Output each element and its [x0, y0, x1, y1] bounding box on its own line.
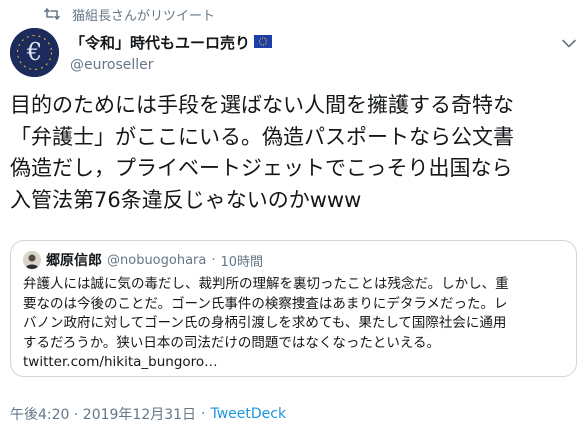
author-name-row[interactable]: 「令和」時代もユーロ売り — [70, 32, 273, 53]
quote-text: 弁護人には誠に気の毒だし、裁判所の理解を裏切ったことは残念だ。しかし、重 要なの… — [23, 276, 509, 370]
footer-separator: · — [201, 406, 206, 422]
retweet-icon — [44, 6, 60, 22]
tweet-source-link[interactable]: TweetDeck — [211, 406, 287, 422]
quote-separator: · — [211, 252, 216, 268]
chevron-down-icon[interactable] — [560, 34, 578, 52]
quote-avatar — [23, 251, 41, 269]
tweet-footer: 午後4:20 · 2019年12月31日 · TweetDeck — [10, 404, 286, 424]
euro-avatar-icon[interactable]: € — [10, 28, 59, 77]
eu-flag-icon — [254, 34, 273, 52]
retweet-indicator: 猫組長さんがリツイート — [44, 4, 215, 24]
quoted-tweet-header: 郷原信郎 @nobuogohara · 10時間 — [23, 249, 564, 271]
quote-author-handle[interactable]: @nobuogohara — [107, 253, 206, 268]
quote-author-name[interactable]: 郷原信郎 — [46, 250, 102, 270]
tweet-timestamp[interactable]: 午後4:20 · 2019年12月31日 — [10, 404, 196, 424]
retweet-text[interactable]: 猫組長さんがリツイート — [72, 5, 215, 24]
tweet-header: € 「令和」時代もユーロ売り @euroseller — [10, 28, 578, 84]
author-display-name[interactable]: 「令和」時代もユーロ売り — [70, 32, 250, 53]
author-handle[interactable]: @euroseller — [70, 57, 272, 73]
tweet-text: 目的のためには手段を選ばない人間を擁護する奇特な 「弁護士」がここにいる。偽造パ… — [10, 93, 514, 212]
quoted-tweet[interactable]: 郷原信郎 @nobuogohara · 10時間 弁護人には誠に気の毒だし、裁判… — [10, 240, 577, 377]
svg-text:€: € — [26, 38, 42, 66]
quote-timestamp[interactable]: 10時間 — [221, 251, 264, 270]
